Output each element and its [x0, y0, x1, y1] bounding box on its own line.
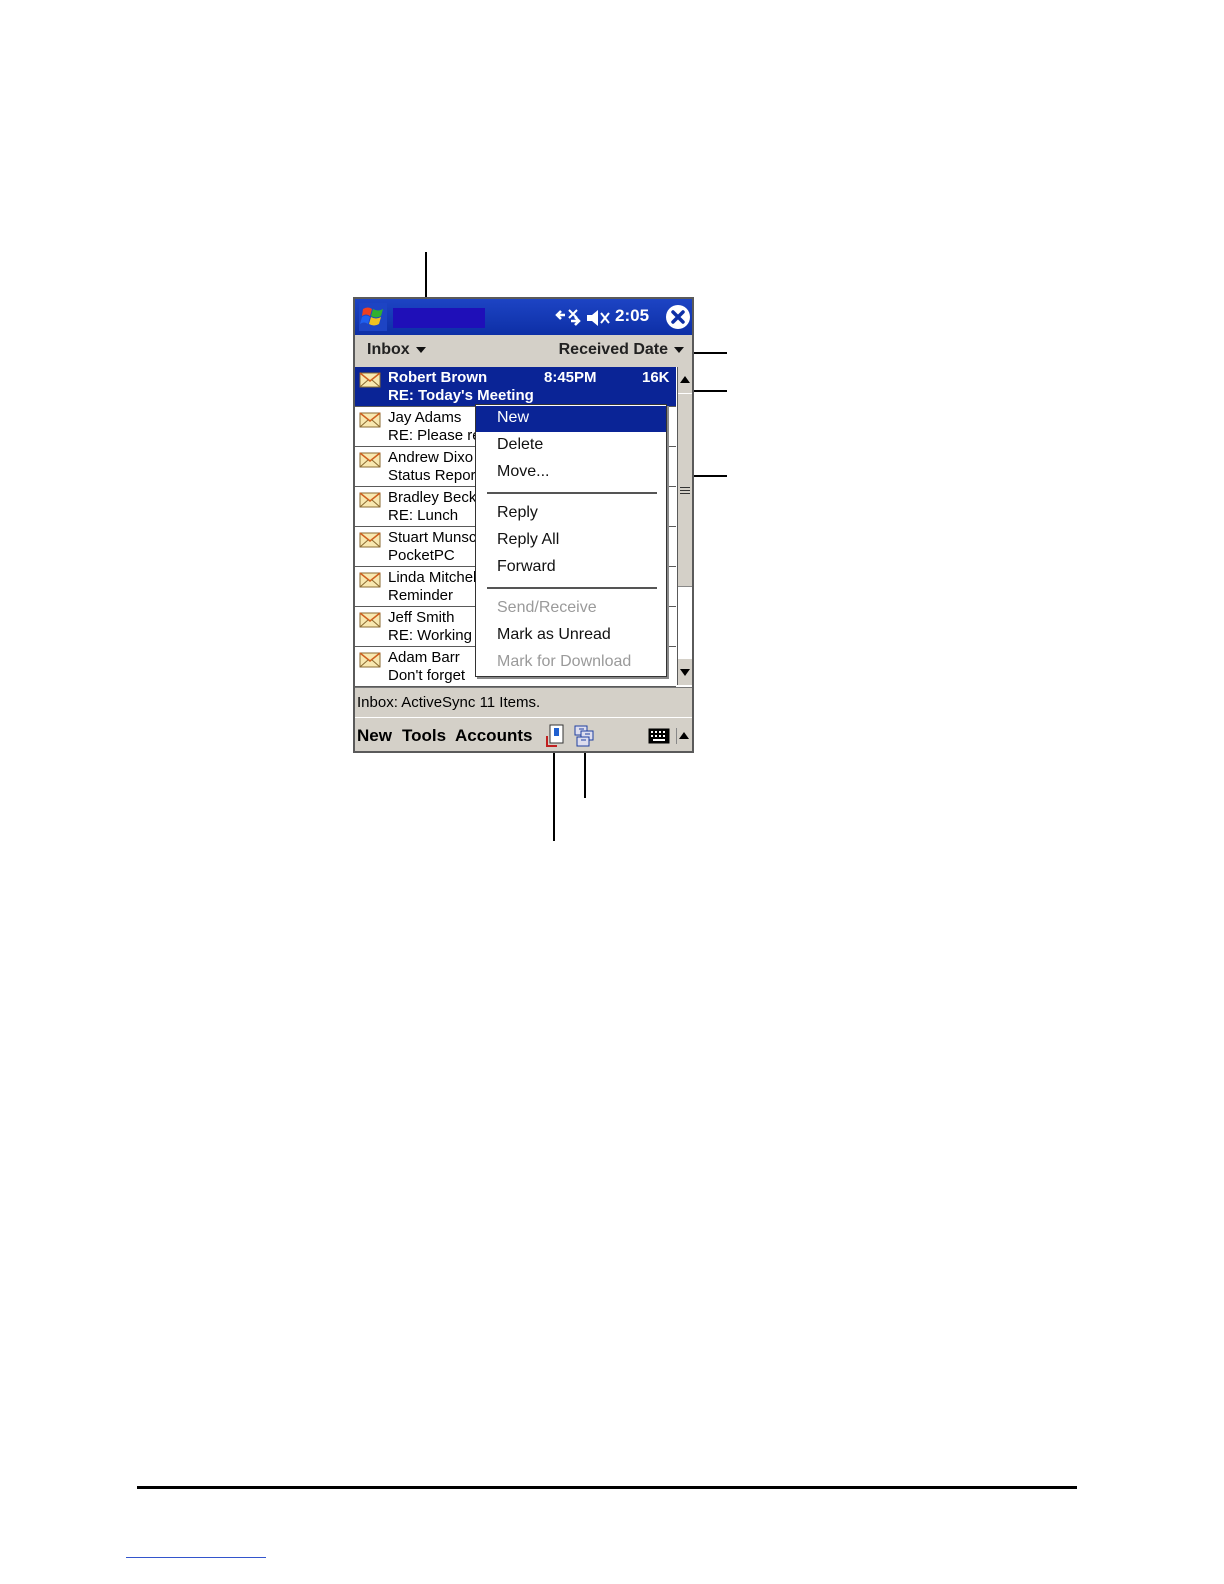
- arrow-down-icon: [680, 669, 690, 676]
- windows-flag-icon[interactable]: [359, 303, 387, 331]
- callout-line-folder-list: [584, 750, 586, 798]
- menu-item-send-receive: Send/Receive: [476, 596, 666, 622]
- message-sender: Stuart Munsc: [388, 529, 477, 546]
- menu-item-mark-unread[interactable]: Mark as Unread: [476, 623, 666, 649]
- arrow-up-icon: [679, 732, 689, 739]
- envelope-icon: [359, 572, 381, 588]
- menu-separator: [487, 587, 657, 589]
- title-highlight: [393, 308, 485, 328]
- envelope-icon: [359, 612, 381, 628]
- status-bar: Inbox: ActiveSync 11 Items.: [355, 687, 692, 717]
- scroll-up-button[interactable]: [678, 367, 692, 393]
- keyboard-icon[interactable]: [648, 728, 670, 744]
- envelope-icon: [359, 452, 381, 468]
- envelope-icon: [359, 652, 381, 668]
- title-bar: 2:05: [355, 299, 692, 335]
- filter-bar: Inbox Received Date: [355, 335, 692, 367]
- menu-item-label: Move...: [497, 463, 550, 480]
- folder-list-icon[interactable]: [573, 724, 595, 748]
- menu-item-mark-download: Mark for Download: [476, 650, 666, 676]
- menu-separator: [487, 492, 657, 494]
- input-panel-toggle[interactable]: [676, 728, 691, 744]
- message-sender: Robert Brown: [388, 369, 488, 386]
- menu-item-label: Forward: [497, 558, 556, 575]
- message-subject: PocketPC: [388, 547, 455, 564]
- envelope-icon: [359, 412, 381, 428]
- message-subject: RE: Today's Meeting: [388, 387, 534, 404]
- menu-item-label: Mark for Download: [497, 653, 632, 670]
- folder-dropdown-label: Inbox: [367, 341, 410, 358]
- message-time: 8:45PM: [544, 369, 597, 386]
- chevron-down-icon: [415, 346, 426, 353]
- grip-line: [680, 493, 690, 494]
- arrow-up-icon: [680, 376, 690, 383]
- menu-item-new[interactable]: New: [476, 406, 666, 432]
- scroll-thumb[interactable]: [678, 393, 692, 587]
- message-subject: Status Repor: [388, 467, 476, 484]
- menu-item-label: Mark as Unread: [497, 626, 611, 643]
- grip-line: [680, 490, 690, 491]
- menu-item-reply-all[interactable]: Reply All: [476, 528, 666, 554]
- menu-item-label: Send/Receive: [497, 599, 597, 616]
- menu-bar: New Tools Accounts: [355, 717, 692, 751]
- message-sender: Andrew Dixo: [388, 449, 474, 466]
- envelope-icon: [359, 372, 381, 388]
- envelope-icon: [359, 532, 381, 548]
- message-size: 16K: [642, 369, 670, 386]
- message-sender: Jeff Smith: [388, 609, 455, 626]
- message-list-scrollbar[interactable]: [677, 367, 692, 685]
- footer-link-underline: [126, 1557, 266, 1558]
- menu-new[interactable]: New: [357, 726, 392, 746]
- callout-line-send-receive: [553, 744, 555, 841]
- message-sender: Adam Barr: [388, 649, 460, 666]
- status-text: Inbox: ActiveSync 11 Items.: [357, 694, 541, 711]
- message-sender: Jay Adams: [388, 409, 462, 426]
- connectivity-icon[interactable]: [555, 307, 581, 329]
- pocketpc-screen: 2:05 Inbox Received Date Robert Brown 8:…: [353, 297, 694, 753]
- send-receive-icon[interactable]: [545, 724, 565, 748]
- sort-dropdown[interactable]: Received Date: [559, 341, 684, 359]
- speaker-muted-icon[interactable]: [585, 307, 611, 329]
- menu-accounts[interactable]: Accounts: [455, 726, 532, 746]
- chevron-down-icon: [674, 346, 684, 353]
- close-icon[interactable]: [665, 304, 691, 330]
- footer-rule: [137, 1486, 1077, 1489]
- envelope-icon: [359, 492, 381, 508]
- scroll-down-button[interactable]: [678, 659, 692, 685]
- menu-item-reply[interactable]: Reply: [476, 501, 666, 527]
- clock[interactable]: 2:05: [615, 306, 649, 326]
- menu-item-label: Delete: [497, 436, 544, 453]
- message-subject: RE: Lunch: [388, 507, 459, 524]
- message-sender: Linda Mitchel: [388, 569, 477, 586]
- message-subject: Don't forget: [388, 667, 466, 684]
- grip-line: [680, 487, 690, 488]
- folder-dropdown[interactable]: Inbox: [367, 341, 426, 359]
- message-subject: Reminder: [388, 587, 454, 604]
- menu-item-move[interactable]: Move...: [476, 460, 666, 486]
- menu-item-label: New: [497, 409, 530, 426]
- message-subject: RE: Working: [388, 627, 472, 644]
- message-sender: Bradley Beck: [388, 489, 477, 506]
- menu-item-label: Reply All: [497, 531, 560, 548]
- menu-item-delete[interactable]: Delete: [476, 433, 666, 459]
- sort-dropdown-label: Received Date: [558, 341, 668, 358]
- menu-item-forward[interactable]: Forward: [476, 555, 666, 581]
- context-menu: New Delete Move... Reply Reply All Forwa…: [475, 404, 667, 677]
- menu-item-label: Reply: [497, 504, 538, 521]
- message-subject: RE: Please re: [388, 427, 481, 444]
- menu-tools[interactable]: Tools: [402, 726, 446, 746]
- message-row[interactable]: Robert Brown 8:45PM 16K RE: Today's Meet…: [355, 367, 676, 407]
